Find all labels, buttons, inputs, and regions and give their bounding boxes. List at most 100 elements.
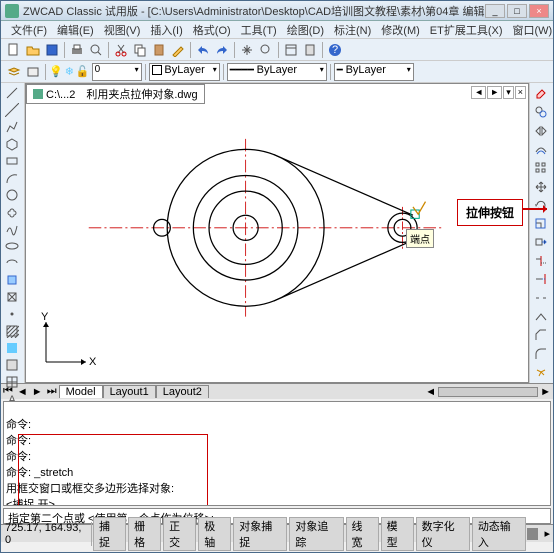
menu-insert[interactable]: 插入(I)	[146, 21, 186, 39]
print-icon[interactable]	[68, 41, 86, 59]
lineweight-select[interactable]: ━ ByLayer	[334, 63, 414, 81]
zoom-icon[interactable]	[257, 41, 275, 59]
status-osnap[interactable]: 对象捕捉	[233, 517, 287, 551]
coordinates[interactable]: 725.17, 164.93, 0	[1, 522, 92, 546]
tab-last-icon[interactable]: ⏭	[45, 385, 59, 398]
tab-next-icon[interactable]: ►	[30, 386, 45, 398]
linetype-select[interactable]: ━━━━ ByLayer	[227, 63, 327, 81]
hscroll-left[interactable]: ◄	[423, 386, 438, 398]
trim-icon[interactable]	[532, 252, 550, 270]
gradient-icon[interactable]	[3, 340, 21, 356]
app-icon	[5, 4, 19, 18]
layer-prev-icon[interactable]	[24, 63, 42, 81]
stretch-icon[interactable]	[532, 234, 550, 252]
menu-edit[interactable]: 编辑(E)	[53, 21, 98, 39]
cut-icon[interactable]	[112, 41, 130, 59]
scale-icon[interactable]	[532, 215, 550, 233]
arc-icon[interactable]	[3, 170, 21, 186]
array-icon[interactable]	[532, 159, 550, 177]
point-icon[interactable]	[3, 306, 21, 322]
command-highlight	[18, 434, 208, 506]
standard-toolbar: ?	[1, 39, 553, 61]
document-tab[interactable]: C:\...2 利用夹点拉伸对象.dwg	[26, 84, 205, 104]
break-icon[interactable]	[532, 289, 550, 307]
hatch-icon[interactable]	[3, 323, 21, 339]
hscroll-right[interactable]: ►	[538, 386, 553, 398]
redo-icon[interactable]	[213, 41, 231, 59]
status-lwt[interactable]: 线宽	[346, 517, 379, 551]
menu-modify[interactable]: 修改(M)	[377, 21, 424, 39]
doc-tab-icon	[33, 89, 43, 99]
table-icon[interactable]	[3, 374, 21, 390]
status-tablet[interactable]: 数字化仪	[416, 517, 470, 551]
hscrollbar[interactable]	[438, 387, 538, 397]
menu-file[interactable]: 文件(F)	[7, 21, 51, 39]
menu-view[interactable]: 视图(V)	[100, 21, 145, 39]
revcloud-icon[interactable]	[3, 204, 21, 220]
status-grid[interactable]: 栅格	[128, 517, 161, 551]
undo-icon[interactable]	[194, 41, 212, 59]
drawing-canvas[interactable]: C:\...2 利用夹点拉伸对象.dwg ◄ ► ▾ × 端点	[25, 83, 529, 383]
erase-icon[interactable]	[532, 85, 550, 103]
extend-icon[interactable]	[532, 271, 550, 289]
status-dyn[interactable]: 动态输入	[472, 517, 526, 551]
open-icon[interactable]	[24, 41, 42, 59]
help-icon[interactable]: ?	[326, 41, 344, 59]
pan-icon[interactable]	[238, 41, 256, 59]
status-snap[interactable]: 捕捉	[93, 517, 126, 551]
line-icon[interactable]	[3, 85, 21, 101]
close-button[interactable]: ×	[529, 4, 549, 18]
rect-icon[interactable]	[3, 153, 21, 169]
status-ortho[interactable]: 正交	[163, 517, 196, 551]
status-tray-icon[interactable]	[527, 528, 538, 540]
menu-tools[interactable]: 工具(T)	[237, 21, 281, 39]
block-icon[interactable]	[3, 289, 21, 305]
new-icon[interactable]	[5, 41, 23, 59]
fillet-icon[interactable]	[532, 345, 550, 363]
save-icon[interactable]	[43, 41, 61, 59]
ellipse-icon[interactable]	[3, 238, 21, 254]
copy-icon[interactable]	[131, 41, 149, 59]
circle-icon[interactable]	[3, 187, 21, 203]
pline-icon[interactable]	[3, 119, 21, 135]
tab-layout1[interactable]: Layout1	[103, 385, 156, 398]
copy2-icon[interactable]	[532, 104, 550, 122]
offset-icon[interactable]	[532, 141, 550, 159]
menu-format[interactable]: 格式(O)	[189, 21, 235, 39]
minimize-button[interactable]: _	[485, 4, 505, 18]
layer-mgr-icon[interactable]	[5, 63, 23, 81]
maximize-button[interactable]: □	[507, 4, 527, 18]
menu-draw[interactable]: 绘图(D)	[283, 21, 328, 39]
region-icon[interactable]	[3, 357, 21, 373]
status-otrack[interactable]: 对象追踪	[289, 517, 343, 551]
match-icon[interactable]	[169, 41, 187, 59]
status-polar[interactable]: 极轴	[198, 517, 231, 551]
bulb-icon[interactable]: 💡	[49, 65, 63, 78]
join-icon[interactable]	[532, 308, 550, 326]
menu-window[interactable]: 窗口(W)	[509, 21, 554, 39]
ellipsearc-icon[interactable]	[3, 255, 21, 271]
paste-icon[interactable]	[150, 41, 168, 59]
calc-icon[interactable]	[301, 41, 319, 59]
mirror-icon[interactable]	[532, 122, 550, 140]
status-chevron-icon[interactable]: ▸	[541, 527, 553, 540]
spline-icon[interactable]	[3, 221, 21, 237]
layer-select[interactable]: 0	[92, 63, 142, 81]
preview-icon[interactable]	[87, 41, 105, 59]
lock-icon[interactable]: 🔓	[76, 65, 90, 78]
insert-icon[interactable]	[3, 272, 21, 288]
move-icon[interactable]	[532, 178, 550, 196]
tab-model[interactable]: Model	[59, 385, 103, 398]
tab-layout2[interactable]: Layout2	[156, 385, 209, 398]
command-history[interactable]: 命令: 命令: 命令: 命令: _stretch 用框交窗口或框交多边形选择对象…	[3, 401, 551, 506]
freeze-icon[interactable]: ❄	[65, 65, 74, 78]
xline-icon[interactable]	[3, 102, 21, 118]
prop-icon[interactable]	[282, 41, 300, 59]
chamfer-icon[interactable]	[532, 326, 550, 344]
status-model[interactable]: 模型	[381, 517, 414, 551]
explode-icon[interactable]	[532, 363, 550, 381]
color-select[interactable]: ByLayer	[149, 63, 220, 81]
polygon-icon[interactable]	[3, 136, 21, 152]
menu-et[interactable]: ET扩展工具(X)	[426, 21, 507, 39]
menu-dim[interactable]: 标注(N)	[330, 21, 375, 39]
